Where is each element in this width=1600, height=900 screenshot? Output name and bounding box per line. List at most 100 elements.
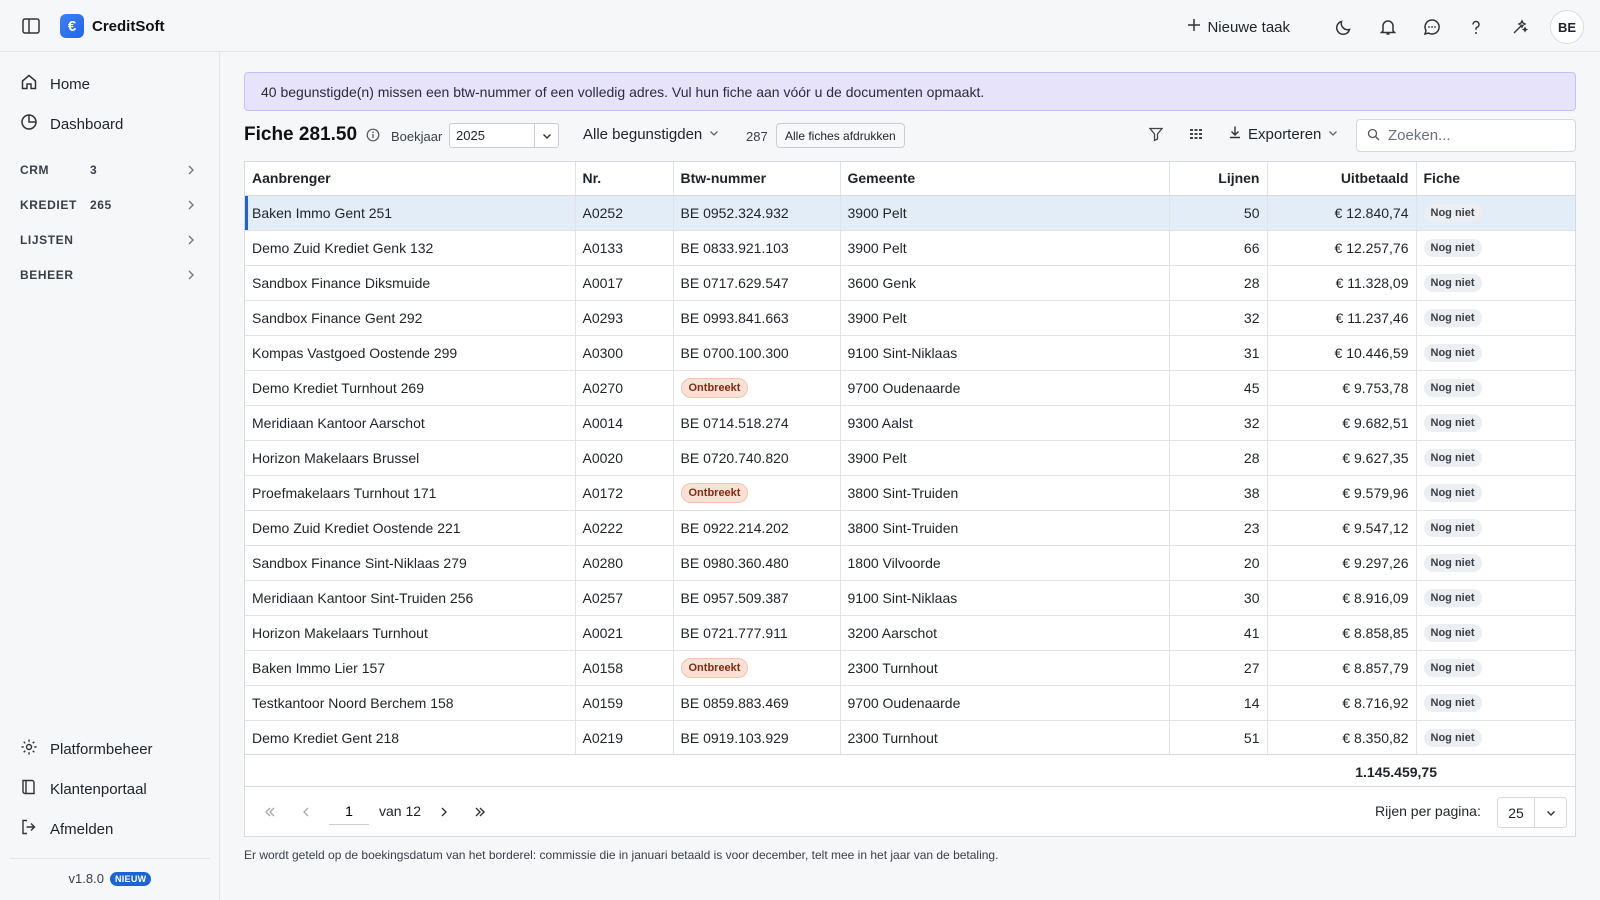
table-cell: A0172	[575, 475, 674, 511]
sidebar-section-beheer[interactable]: BEHEER	[10, 257, 210, 292]
sidebar-item-dashboard[interactable]: Dashboard	[10, 104, 210, 144]
chevron-down-icon[interactable]	[1535, 807, 1566, 819]
chevron-right-icon	[184, 198, 198, 212]
next-page-icon[interactable]	[433, 801, 455, 823]
sidebar-section-krediet[interactable]: KREDIET 265	[10, 187, 210, 222]
beneficiaries-filter[interactable]: Alle begunstigden	[583, 126, 720, 143]
table-cell: BE 0922.214.202	[673, 510, 841, 546]
chevron-down-icon	[708, 126, 720, 143]
section-count: 3	[90, 162, 98, 177]
status-badge: Nog niet	[1423, 729, 1482, 747]
table-cell: 32	[1169, 300, 1268, 336]
print-all-button[interactable]: Alle fiches afdrukken	[776, 123, 905, 148]
table-cell: A0159	[575, 685, 674, 721]
column-header[interactable]: Aanbrenger	[245, 162, 576, 196]
missing-info-alert: 40 begunstigde(n) missen een btw-nummer …	[244, 72, 1576, 111]
table-row[interactable]: Demo Zuid Krediet Oostende 221 A0222 BE 09…	[245, 510, 1575, 546]
status-badge: Nog niet	[1423, 484, 1482, 502]
bell-icon[interactable]	[1370, 11, 1406, 43]
table-row[interactable]: Sandbox Finance Gent 292 A0293 BE 0993.841…	[245, 300, 1575, 336]
column-header[interactable]: Nr.	[575, 162, 674, 196]
table-cell: Baken Immo Gent 251	[245, 195, 576, 231]
table-cell: BE 0717.629.547	[673, 265, 841, 301]
sidebar-item-home[interactable]: Home	[10, 64, 210, 104]
cell-fiche: Nog niet	[1416, 335, 1575, 371]
prev-page-icon[interactable]	[295, 801, 317, 823]
sidebar-item-platformbeheer[interactable]: Platformbeheer	[10, 729, 210, 769]
new-task-button[interactable]: Nieuwe taak	[1187, 18, 1290, 36]
cell-fiche: Nog niet	[1416, 405, 1575, 441]
moon-icon[interactable]	[1326, 11, 1362, 43]
table-cell: € 12.257,76	[1267, 230, 1417, 266]
search-input[interactable]	[1388, 127, 1558, 144]
table-row[interactable]: Kompas Vastgoed Oostende 299 A0300 BE 0700…	[245, 335, 1575, 371]
table-row[interactable]: Demo Krediet Turnhout 269 A0270 Ontbreekt 9…	[245, 370, 1575, 406]
sidebar-section-crm[interactable]: CRM 3	[10, 152, 210, 187]
table-row[interactable]: Meridiaan Kantoor Aarschot A0014 BE 0714.5…	[245, 405, 1575, 441]
export-button[interactable]: Exporteren	[1228, 125, 1339, 143]
avatar[interactable]: BE	[1550, 10, 1584, 44]
help-icon[interactable]	[1458, 11, 1494, 43]
table-cell: Sandbox Finance Sint-Niklaas 279	[245, 545, 576, 581]
table-row[interactable]: Horizon Makelaars Turnhout A0021 BE 0721.7…	[245, 615, 1575, 651]
column-header[interactable]: Gemeente	[840, 162, 1170, 196]
table-row[interactable]: Baken Immo Lier 157 A0158 Ontbreekt 2300 Tu…	[245, 650, 1575, 686]
table-cell: 28	[1169, 265, 1268, 301]
export-label: Exporteren	[1248, 125, 1322, 143]
chat-icon[interactable]	[1414, 11, 1450, 43]
chevron-down-icon[interactable]	[534, 124, 558, 147]
boekjaar-select[interactable]: 2025	[449, 123, 559, 148]
table-row[interactable]: Demo Krediet Gent 218 A0219 BE 0919.103.92…	[245, 720, 1575, 756]
boekjaar-label: Boekjaar	[391, 129, 443, 144]
table-cell: BE 0980.360.480	[673, 545, 841, 581]
rows-per-page-label: Rijen per pagina:	[1375, 803, 1481, 819]
table-cell: € 10.446,59	[1267, 335, 1417, 371]
table-row[interactable]: Proefmakelaars Turnhout 171 A0172 Ontbreek…	[245, 475, 1575, 511]
cell-fiche: Nog niet	[1416, 685, 1575, 721]
rows-per-page-value: 25	[1498, 798, 1535, 827]
table-cell: A0219	[575, 720, 674, 756]
table-cell: Horizon Makelaars Turnhout	[245, 615, 576, 651]
cell-fiche: Nog niet	[1416, 475, 1575, 511]
new-badge[interactable]: NIEUW	[109, 871, 152, 886]
brand[interactable]: € CreditSoft	[60, 14, 165, 38]
table-row[interactable]: Horizon Makelaars Brussel A0020 BE 0720.74…	[245, 440, 1575, 476]
table-row[interactable]: Demo Zuid Krediet Genk 132 A0133 BE 0833.9…	[245, 230, 1575, 266]
chevron-right-icon	[184, 233, 198, 247]
table-row[interactable]: Baken Immo Gent 251 A0252 BE 0952.324.932 3…	[245, 195, 1575, 231]
table-row[interactable]: Meridiaan Kantoor Sint-Truiden 256 A0257 B…	[245, 580, 1575, 616]
column-header[interactable]: Lijnen	[1169, 162, 1268, 196]
page-number-input[interactable]	[329, 797, 369, 825]
table-cell: 30	[1169, 580, 1268, 616]
table-cell: 9300 Aalst	[840, 405, 1170, 441]
table-cell: 28	[1169, 440, 1268, 476]
search-box[interactable]	[1356, 119, 1576, 152]
column-header[interactable]: Uitbetaald	[1267, 162, 1417, 196]
last-page-icon[interactable]	[469, 801, 491, 823]
section-label: BEHEER	[20, 267, 74, 282]
table-row[interactable]: Testkantoor Noord Berchem 158 A0159 BE 085…	[245, 685, 1575, 721]
sidebar-section-lijsten[interactable]: LIJSTEN	[10, 222, 210, 257]
rows-per-page-select[interactable]: 25	[1497, 797, 1567, 828]
table-row[interactable]: Sandbox Finance Diksmuide A0017 BE 0717.62…	[245, 265, 1575, 301]
column-header[interactable]: Btw-nummer	[673, 162, 841, 196]
table-cell: Demo Zuid Krediet Genk 132	[245, 230, 576, 266]
table-cell: 27	[1169, 650, 1268, 686]
sidebar-item-klantenportaal[interactable]: Klantenportaal	[10, 769, 210, 809]
table-row[interactable]: Sandbox Finance Sint-Niklaas 279 A0280 BE …	[245, 545, 1575, 581]
first-page-icon[interactable]	[259, 801, 281, 823]
sidebar-item-afmelden[interactable]: Afmelden	[10, 809, 210, 849]
columns-icon[interactable]	[1188, 126, 1204, 145]
pie-chart-icon	[20, 113, 38, 135]
filter-icon[interactable]	[1148, 126, 1164, 145]
info-icon[interactable]	[366, 128, 380, 145]
sparkle-icon[interactable]	[1502, 11, 1538, 43]
chevron-down-icon	[1327, 126, 1339, 143]
column-header[interactable]: Fiche	[1416, 162, 1575, 196]
table-cell: 41	[1169, 615, 1268, 651]
new-task-label: Nieuwe taak	[1207, 18, 1290, 36]
section-label: LIJSTEN	[20, 232, 74, 247]
status-badge: Nog niet	[1423, 694, 1482, 712]
table-cell: € 9.627,35	[1267, 440, 1417, 476]
sidebar-toggle-icon[interactable]	[20, 15, 42, 37]
